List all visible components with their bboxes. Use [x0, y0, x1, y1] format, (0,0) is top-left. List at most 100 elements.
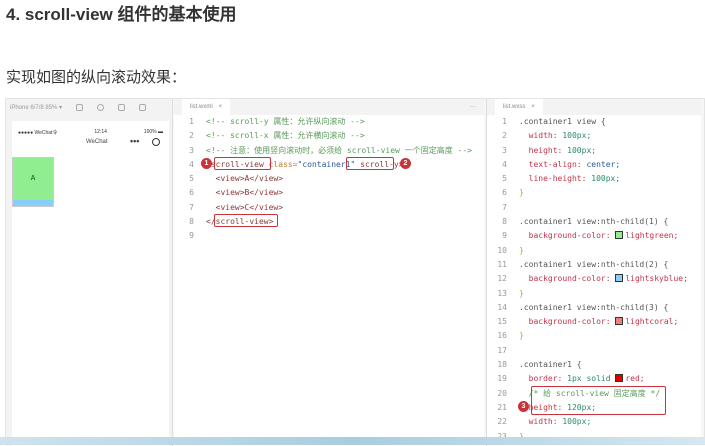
nav-title: WeChat — [86, 139, 108, 145]
tab-label: list.wxss — [503, 104, 526, 110]
color-swatch-icon[interactable] — [615, 374, 624, 383]
code-line: 2 <!-- scroll-x 属性：允许横向滚动 --> — [174, 129, 472, 143]
line-number: 17 — [497, 345, 507, 355]
code-token: .container1 view:nth-child(1) { — [519, 217, 669, 227]
code-token: text-align: — [519, 159, 587, 169]
code-token: 100px; — [591, 174, 621, 184]
highlight-scroll-view — [214, 157, 271, 170]
code-line: 15 background-color: lightcoral; — [487, 315, 688, 329]
code-token: <!-- scroll-y 属性：允许纵向滚动 --> — [206, 117, 365, 126]
record-icon[interactable] — [97, 103, 105, 111]
code-token: <view>C</view> — [206, 202, 284, 212]
line-number: 9 — [189, 231, 194, 241]
code-line: 4 text-align: center; — [487, 158, 688, 172]
line-number: 19 — [497, 374, 507, 384]
close-icon[interactable]: × — [219, 104, 223, 110]
more-icon[interactable]: ··· — [470, 104, 484, 110]
line-number: 12 — [497, 274, 507, 284]
tab-list-wxml[interactable]: list.wxml × — [182, 99, 231, 115]
simulator-toolbar: iPhone 6/7/8 85% ▾ — [6, 99, 172, 115]
tab-list-wxss[interactable]: list.wxss × — [495, 99, 543, 115]
scroll-view[interactable]: A — [12, 157, 54, 207]
code-token: } — [519, 331, 524, 341]
line-number: 10 — [497, 245, 507, 255]
line-number: 8 — [502, 217, 507, 227]
code-token: 100px; — [562, 131, 592, 141]
line-number: 6 — [189, 188, 194, 198]
code-line: 10} — [487, 244, 688, 258]
wxml-editor: list.wxml × ··· 1 <!-- scroll-y 属性：允许纵向滚动… — [174, 99, 484, 446]
line-number: 3 — [502, 145, 507, 155]
carrier: ●●●●● WeChat令 — [18, 130, 58, 136]
line-number: 14 — [497, 302, 507, 312]
code-token: .container1 { — [519, 360, 582, 370]
code-token: red; — [625, 374, 645, 384]
line-number: 1 — [502, 117, 507, 126]
battery: 100% ▬ — [143, 129, 163, 135]
page-title: 4. scroll-view 组件的基本使用 — [6, 5, 237, 24]
code-token: <!-- 注意：使用竖向滚动时，必须给 scroll-view 一个固定高度 -… — [206, 145, 472, 155]
code-line: 2 width: 100px; — [487, 129, 688, 143]
code-token: center; — [586, 159, 621, 169]
clock: 12:14 — [94, 129, 107, 135]
color-swatch-icon[interactable] — [615, 231, 624, 240]
highlight-close-tag — [214, 214, 278, 227]
color-swatch-icon[interactable] — [615, 274, 624, 283]
code-line: 11 .container1 view:nth-child(2) { — [487, 258, 688, 272]
phone-icon[interactable] — [76, 103, 84, 111]
phone-screen: ●●●●● WeChat令 12:14 100% ▬ WeChat ••• A — [12, 121, 169, 446]
wxss-tabbar: list.wxss × — [487, 99, 701, 115]
device-select[interactable]: iPhone 6/7/8 85% ▾ — [10, 104, 62, 111]
line-number: 15 — [497, 317, 507, 327]
code-token: width: — [519, 131, 563, 141]
wxss-editor: list.wxss × 1 .container1 view {2 width: … — [486, 99, 701, 446]
line-number: 5 — [189, 174, 194, 184]
code-line: 1 <!-- scroll-y 属性：允许纵向滚动 --> — [174, 115, 472, 129]
code-line: 13} — [487, 287, 688, 301]
code-line: 5 line-height: 100px; — [487, 172, 688, 186]
simulator-panel: iPhone 6/7/8 85% ▾ ●●●●● WeChat令 12:14 1… — [6, 99, 173, 446]
color-swatch-icon[interactable] — [615, 317, 624, 326]
code-token: } — [519, 188, 524, 198]
line-number: 7 — [502, 202, 507, 212]
code-line: 14 .container1 view:nth-child(3) { — [487, 301, 688, 315]
code-line: 12 background-color: lightskyblue; — [487, 272, 688, 286]
line-number: 11 — [497, 259, 507, 269]
badge-3: 3 — [518, 401, 529, 412]
code-token: <view>B</view> — [206, 188, 284, 198]
window-icon[interactable] — [139, 103, 147, 111]
status-bar: ●●●●● WeChat令 12:14 100% ▬ — [12, 121, 169, 136]
line-number: 16 — [497, 331, 507, 341]
code-line: 6} — [487, 186, 688, 200]
close-capsule-icon[interactable] — [152, 138, 160, 146]
badge-1: 1 — [201, 158, 212, 169]
close-icon[interactable]: × — [531, 104, 535, 110]
tab-label: list.wxml — [190, 104, 213, 110]
code-line: 5 <view>A</view> — [174, 172, 472, 186]
code-line: 19 border: 1px solid red; — [487, 372, 688, 386]
line-number: 1 — [189, 117, 194, 126]
code-token: <view>A</view> — [206, 174, 284, 184]
line-number: 3 — [189, 145, 194, 155]
code-line: 17 — [487, 344, 688, 358]
code-token: width: — [519, 417, 563, 427]
code-line: 6 <view>B</view> — [174, 186, 472, 200]
code-line: 1 .container1 view { — [487, 115, 688, 129]
code-line: 3 <!-- 注意：使用竖向滚动时，必须给 scroll-view 一个固定高度 … — [174, 144, 472, 158]
code-token: .container1 view:nth-child(3) { — [519, 302, 669, 312]
code-line: 9 — [174, 229, 472, 243]
code-token: height: — [519, 145, 568, 155]
code-token: 100px; — [562, 417, 592, 427]
line-number: 2 — [189, 131, 194, 141]
view-b — [13, 200, 53, 206]
code-token: } — [519, 245, 524, 255]
line-number: 22 — [497, 417, 507, 427]
menu-icon[interactable]: ••• — [130, 136, 139, 146]
line-number: 7 — [189, 202, 194, 212]
view-a: A — [13, 158, 53, 200]
share-icon[interactable] — [118, 103, 126, 111]
code-line: 8 .container1 view:nth-child(1) { — [487, 215, 688, 229]
highlight-scroll-y — [346, 157, 394, 170]
code-line: 7 — [487, 201, 688, 215]
code-token: background-color: — [519, 231, 616, 241]
